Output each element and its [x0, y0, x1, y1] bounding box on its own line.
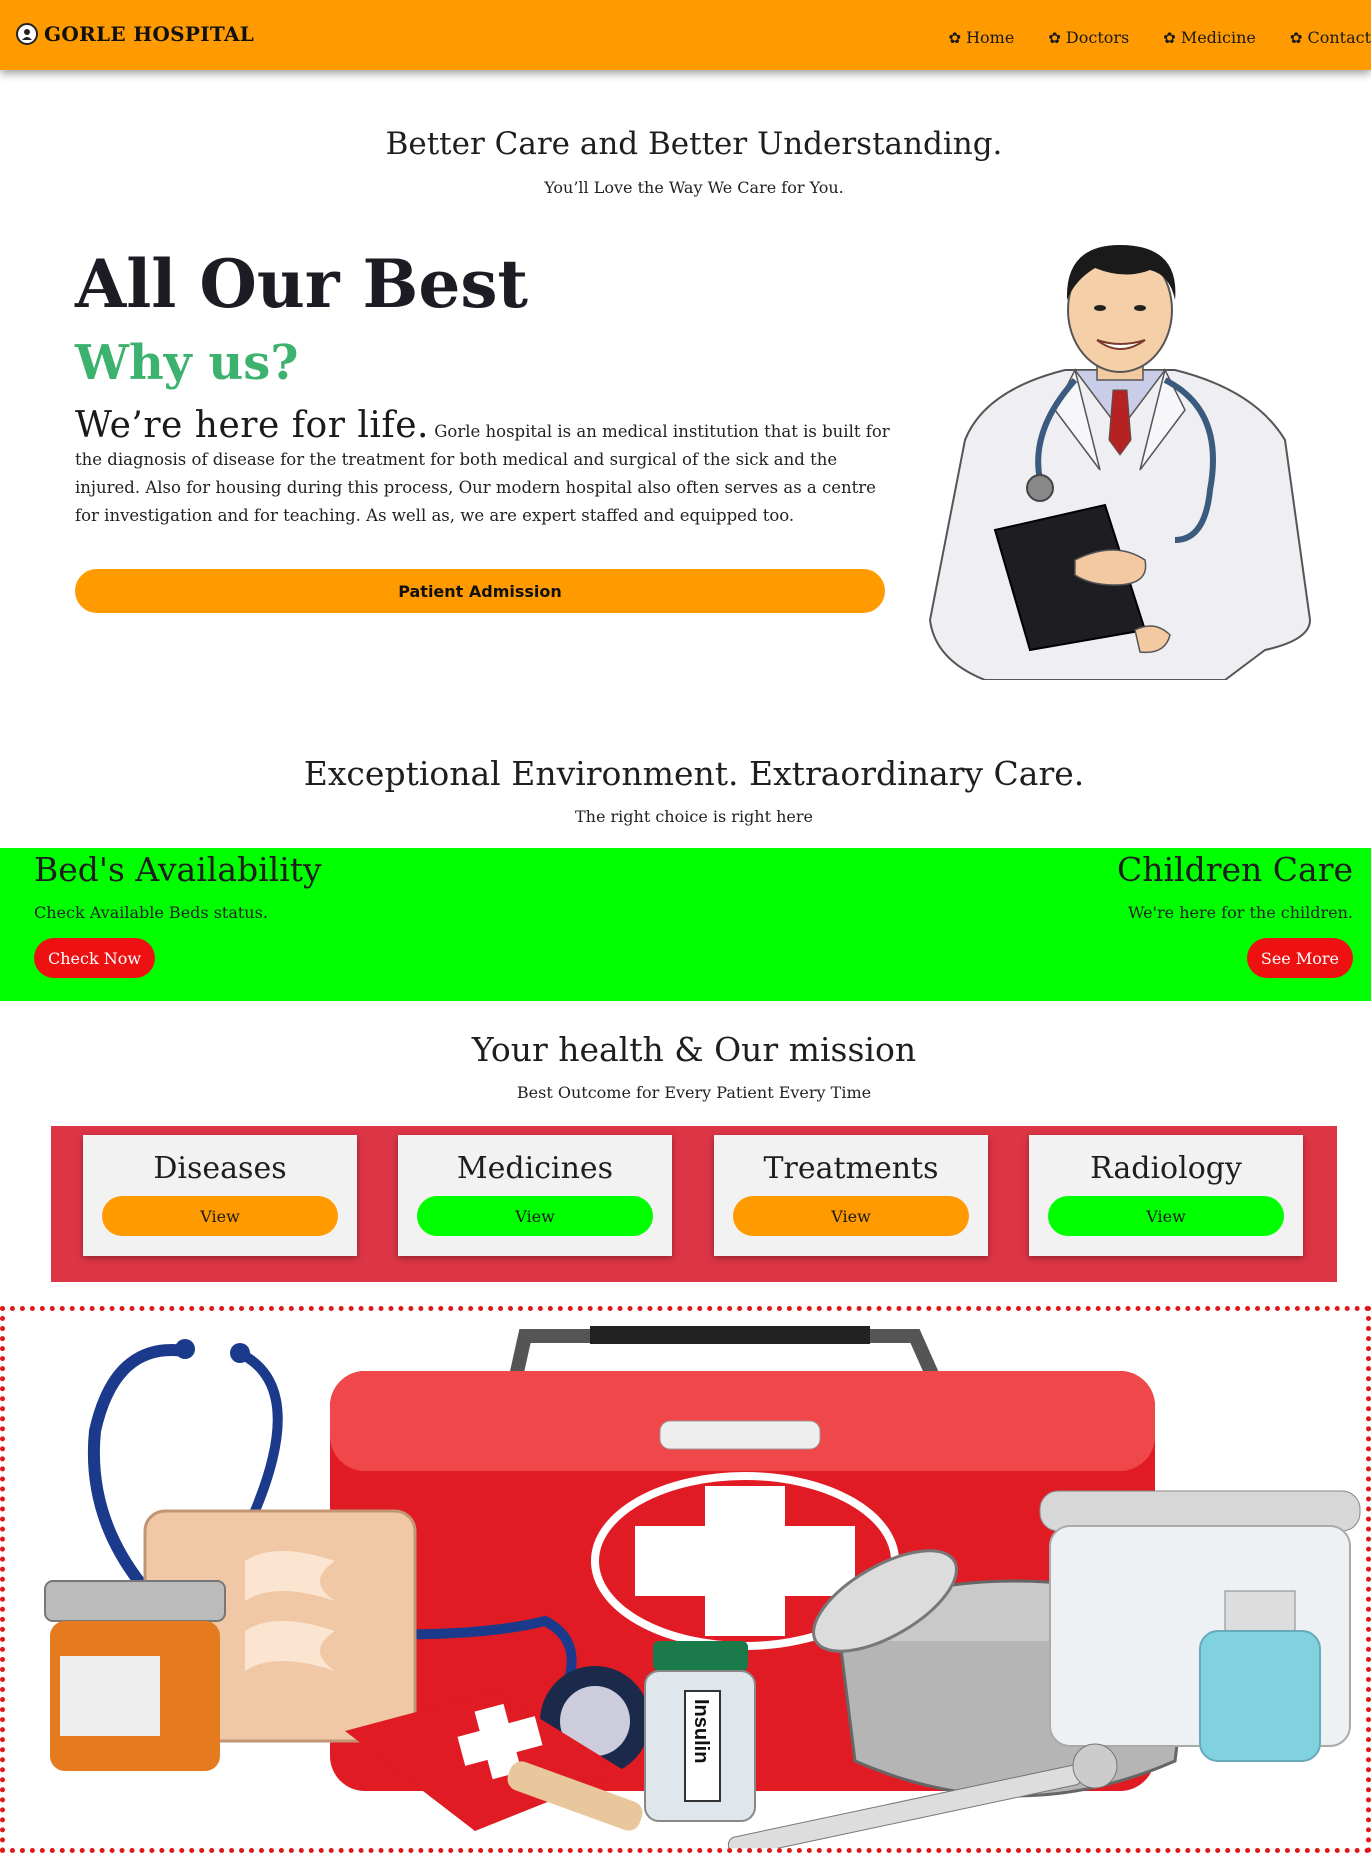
medical-kit-image: Insulin	[0, 1306, 1371, 1853]
nav-medicine-label: Medicine	[1180, 28, 1256, 47]
hero-subheading: Why us?	[75, 335, 299, 391]
services-band: Bed's Availability Check Available Beds …	[0, 848, 1371, 1001]
hero-heading: All Our Best	[75, 245, 528, 323]
patient-admission-button[interactable]: Patient Admission	[75, 569, 885, 613]
nav-doctors-label: Doctors	[1065, 28, 1130, 47]
flower-icon: ✿	[948, 28, 962, 47]
card-medicines: Medicines View	[398, 1135, 672, 1256]
hero-tagline: Better Care and Better Understanding.	[385, 126, 1003, 162]
nav-links: ✿ Home ✿ Doctors ✿ Medicine ✿ Contact	[915, 28, 1371, 47]
beds-availability-panel: Bed's Availability Check Available Beds …	[34, 848, 322, 978]
hero-subtagline: You’ll Love the Way We Care for You.	[544, 178, 844, 197]
beds-availability-title: Bed's Availability	[34, 850, 322, 889]
environment-subtitle: The right choice is right here	[574, 807, 814, 826]
medicines-view-button[interactable]: View	[417, 1196, 653, 1236]
doctor-illustration	[928, 245, 1312, 680]
diseases-view-button[interactable]: View	[102, 1196, 338, 1236]
card-treatments: Treatments View	[714, 1135, 988, 1256]
environment-title: Exceptional Environment. Extraordinary C…	[303, 754, 1085, 793]
card-diseases-title: Diseases	[153, 1151, 287, 1186]
mission-subtitle: Best Outcome for Every Patient Every Tim…	[516, 1083, 872, 1102]
nav-medicine[interactable]: ✿ Medicine	[1163, 28, 1256, 47]
medical-kit-illustration: Insulin	[44, 1326, 1361, 1848]
children-care-title: Children Care	[1116, 850, 1353, 889]
mission-cards-container: Diseases View Medicines View Treatments …	[51, 1126, 1337, 1282]
nav-home[interactable]: ✿ Home	[949, 28, 1015, 47]
children-care-panel: Children Care We're here for the childre…	[1117, 848, 1353, 978]
nav-contact[interactable]: ✿ Contact	[1290, 28, 1371, 47]
flower-icon: ✿	[1048, 28, 1061, 47]
check-now-button[interactable]: Check Now	[34, 938, 156, 978]
card-radiology: Radiology View	[1029, 1135, 1303, 1256]
treatments-view-button[interactable]: View	[733, 1196, 969, 1236]
nav-contact-label: Contact	[1307, 28, 1371, 47]
card-medicines-title: Medicines	[456, 1151, 614, 1186]
beds-availability-text: Check Available Beds status.	[34, 903, 268, 922]
radiology-view-button[interactable]: View	[1048, 1196, 1284, 1236]
card-radiology-title: Radiology	[1090, 1151, 1242, 1186]
mission-title: Your health & Our mission	[471, 1030, 917, 1069]
nav-doctors[interactable]: ✿ Doctors	[1048, 28, 1129, 47]
flower-icon: ✿	[1289, 28, 1303, 47]
hero-paragraph: We’re here for life. Gorle hospital is a…	[75, 408, 895, 530]
brand-name: GORLE HOSPITAL	[44, 22, 255, 46]
card-treatments-title: Treatments	[763, 1151, 939, 1186]
navbar: GORLE HOSPITAL ✿ Home ✿ Doctors ✿ Medici…	[0, 0, 1371, 70]
hospital-logo-icon	[16, 23, 38, 45]
hero-lead: We’re here for life.	[75, 405, 429, 446]
nav-home-label: Home	[966, 28, 1015, 47]
card-diseases: Diseases View	[83, 1135, 357, 1256]
children-care-text: We're here for the children.	[1127, 903, 1353, 922]
see-more-button[interactable]: See More	[1246, 938, 1353, 978]
brand[interactable]: GORLE HOSPITAL	[16, 22, 254, 46]
flower-icon: ✿	[1163, 28, 1176, 47]
insulin-label: Insulin	[690, 1699, 712, 1763]
